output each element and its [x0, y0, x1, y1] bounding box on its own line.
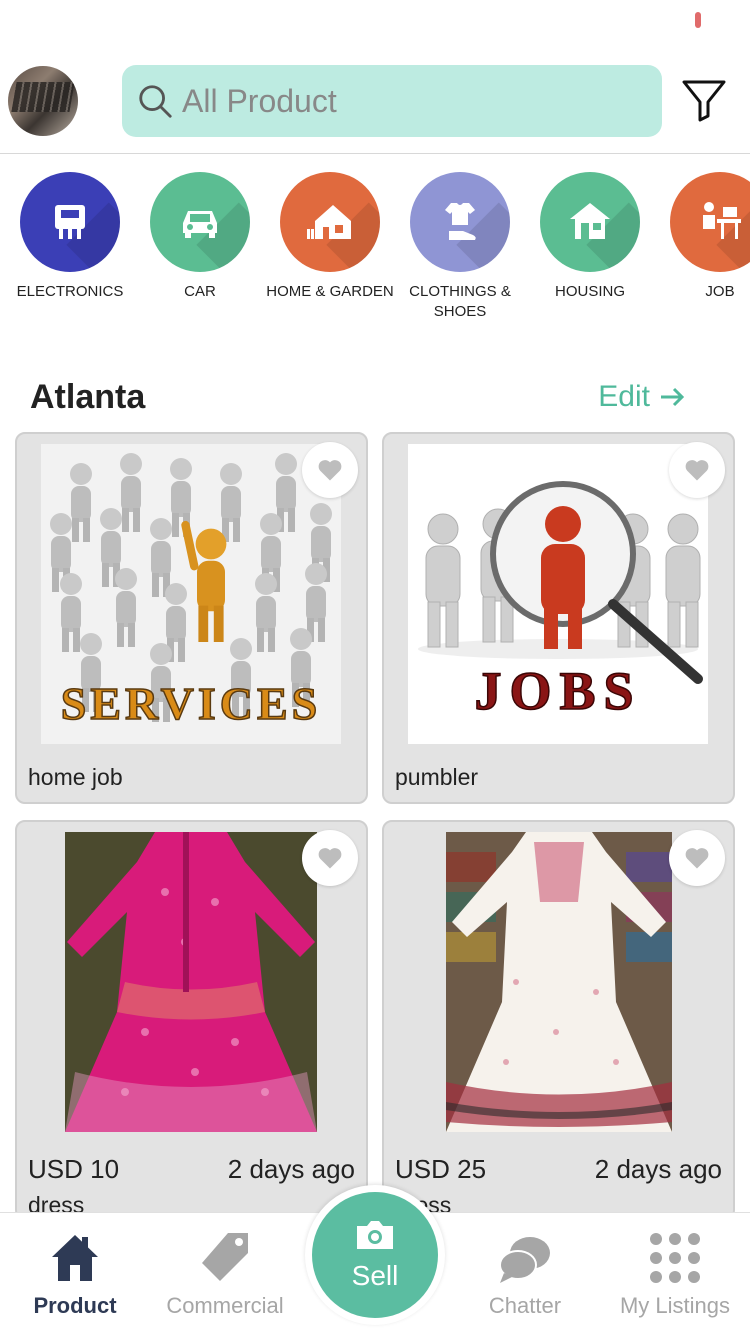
listing-price: USD 25: [395, 1154, 487, 1184]
search-bar[interactable]: [122, 65, 662, 137]
category-label: CAR: [184, 283, 216, 300]
listing-card[interactable]: USD 25 2 days ago dress: [382, 820, 735, 1220]
location-header: Atlanta Edit: [30, 378, 720, 418]
tag-icon: [202, 1233, 248, 1281]
white-dress-image: [446, 832, 672, 1132]
heart-icon: [318, 460, 342, 481]
sell-label: Sell: [351, 1260, 399, 1291]
favorite-button[interactable]: [669, 830, 725, 886]
listing-price: USD 10: [28, 1154, 120, 1184]
services-image: SERVICES: [41, 444, 341, 744]
favorite-button[interactable]: [302, 830, 358, 886]
edit-location-button[interactable]: Edit: [598, 380, 686, 414]
heart-icon: [318, 848, 342, 869]
category-home-garden[interactable]: HOME & GARDEN: [265, 172, 395, 302]
category-strip: ELECTRONICS CAR HOME & GARDEN CLOTHINGS …: [0, 172, 750, 332]
nav-label: Chatter: [488, 1293, 562, 1318]
listing-card[interactable]: JOBS pumbler: [382, 432, 735, 804]
home-garden-icon: [307, 205, 351, 239]
avatar[interactable]: [8, 66, 78, 136]
listing-time: 2 days ago: [594, 1154, 722, 1184]
sell-button[interactable]: Sell: [305, 1185, 445, 1325]
listing-time: 2 days ago: [227, 1154, 355, 1184]
nav-label: My Listings: [619, 1293, 731, 1318]
category-label: ELECTRONICS: [16, 283, 124, 300]
filter-icon[interactable]: [680, 76, 728, 124]
nav-chatter[interactable]: Chatter: [450, 1229, 600, 1319]
category-electronics[interactable]: ELECTRONICS: [5, 172, 135, 302]
home-icon: [52, 1235, 98, 1281]
nav-label: Commercial: [166, 1293, 284, 1318]
edit-label: Edit: [598, 380, 650, 413]
search-input[interactable]: [182, 82, 642, 120]
housing-icon: [570, 203, 610, 239]
heart-icon: [685, 848, 709, 869]
divider: [0, 153, 750, 154]
chat-icon: [499, 1237, 550, 1283]
camera-icon: [357, 1221, 393, 1249]
category-label: CLOTHINGS & SHOES: [409, 283, 511, 320]
favorite-button[interactable]: [669, 442, 725, 498]
grid-icon: [650, 1233, 700, 1283]
top-bar: [0, 60, 750, 154]
pink-dress-image: [65, 832, 317, 1132]
favorite-button[interactable]: [302, 442, 358, 498]
category-label: JOB: [705, 283, 735, 300]
jobs-image: JOBS: [408, 444, 708, 744]
search-icon: [139, 85, 172, 118]
nav-commercial[interactable]: Commercial: [150, 1229, 300, 1319]
services-overlay-text: SERVICES: [61, 678, 321, 729]
nav-label: Product: [33, 1293, 117, 1318]
category-car[interactable]: CAR: [135, 172, 265, 302]
nav-my-listings[interactable]: My Listings: [600, 1229, 750, 1319]
jobs-overlay-text: JOBS: [474, 661, 641, 721]
category-label: HOME & GARDEN: [266, 283, 394, 300]
listing-card[interactable]: SERVICES home job: [15, 432, 368, 804]
listing-title: home job: [28, 764, 123, 790]
electronics-icon: [55, 205, 85, 239]
arrow-right-icon: [661, 387, 685, 407]
listing-card[interactable]: USD 10 2 days ago dress: [15, 820, 368, 1220]
nav-product[interactable]: Product: [0, 1229, 150, 1319]
category-job[interactable]: JOB: [655, 172, 750, 302]
car-icon: [183, 211, 217, 238]
category-clothing-shoes[interactable]: CLOTHINGS & SHOES: [395, 172, 525, 322]
status-indicator: [695, 12, 701, 28]
clothing-icon: [445, 203, 476, 240]
heart-icon: [685, 460, 709, 481]
listing-title: pumbler: [395, 764, 479, 790]
city-title: Atlanta: [30, 378, 146, 416]
job-icon: [703, 202, 741, 239]
category-label: HOUSING: [554, 283, 625, 300]
category-housing[interactable]: HOUSING: [525, 172, 655, 302]
